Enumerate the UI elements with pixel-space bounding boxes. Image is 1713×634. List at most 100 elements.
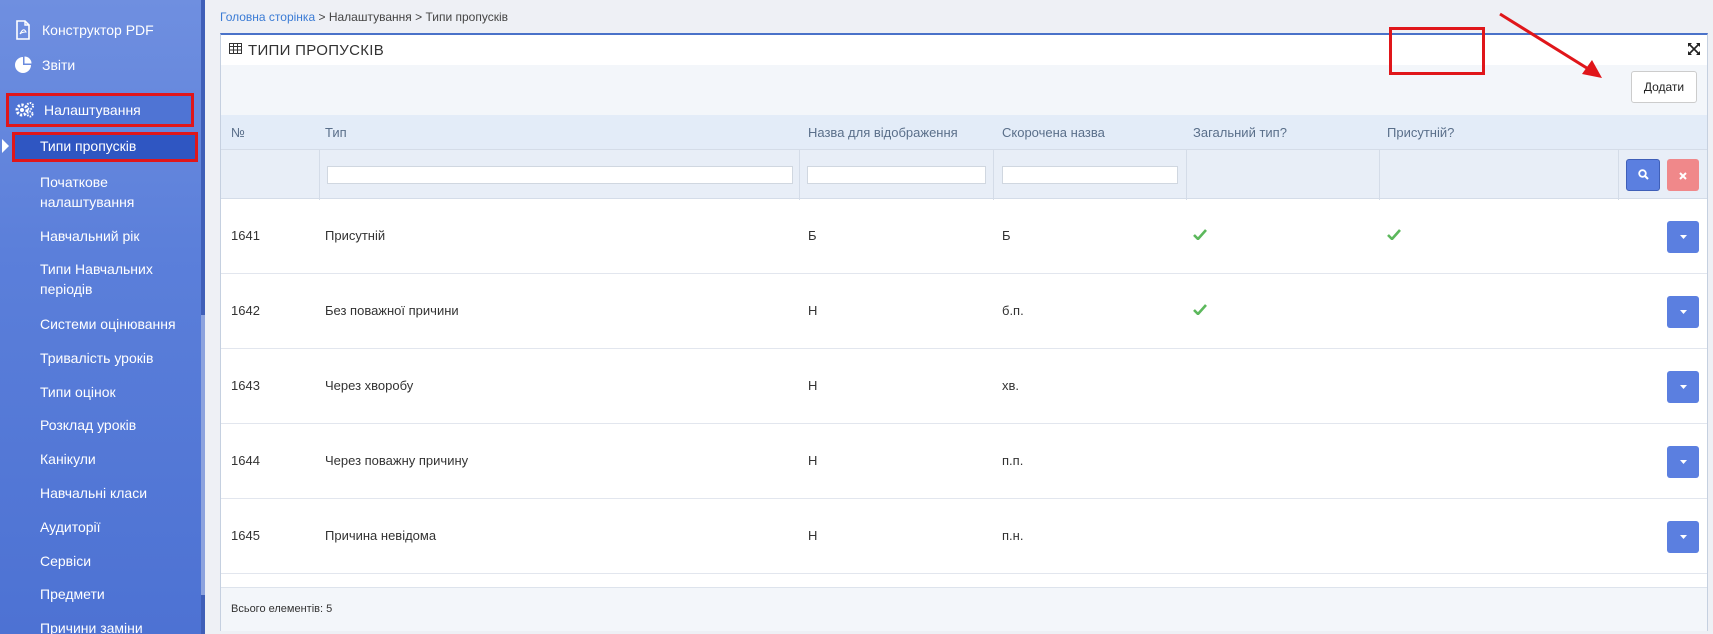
sidebar-item-pdf-constructor[interactable]: Конструктор PDF [0,13,200,47]
column-divider [1618,150,1619,200]
table-row[interactable]: 1642 Без поважної причини Нб.п. [221,274,1707,349]
caret-down-icon [1679,310,1687,314]
sidebar: Конструктор PDF Звіти Налаштування Типи … [0,0,205,634]
row-display-name: Б [808,228,817,243]
row-actions-dropdown-button[interactable] [1667,221,1699,253]
sidebar-subitem-academic-year[interactable]: Навчальний рік [40,226,200,246]
search-button[interactable] [1626,159,1660,191]
table-row[interactable]: 1645 Причина невідома Нп.н. [221,499,1707,574]
type-filter-input[interactable] [327,166,793,184]
table-row[interactable]: 1644 Через поважну причину Нп.п. [221,424,1707,499]
column-divider [799,150,800,200]
column-divider [319,150,320,200]
column-header-short-name[interactable]: Скорочена назва [1002,125,1105,140]
absence-types-table: № Тип Назва для відображення Скорочена н… [221,115,1707,574]
sidebar-subitem-classes[interactable]: Навчальні класи [40,483,200,503]
close-icon [1679,171,1687,180]
breadcrumb-settings[interactable]: Налаштування [329,10,412,24]
column-header-type[interactable]: Тип [325,125,347,140]
sidebar-subitem-grading-systems[interactable]: Системи оцінювання [40,314,200,334]
row-display-name: Н [808,378,818,393]
row-actions-dropdown-button[interactable] [1667,521,1699,553]
pie-chart-icon [12,54,34,76]
sidebar-subitem-rooms[interactable]: Аудиторії [40,517,200,537]
sidebar-item-reports[interactable]: Звіти [0,48,200,82]
row-type: Через поважну причину [325,453,469,468]
total-count: Всього елементів: 5 [231,603,333,615]
row-actions-dropdown-button[interactable] [1667,446,1699,478]
sidebar-item-settings[interactable]: Налаштування [6,93,194,127]
add-button-highlight [1389,27,1485,75]
sidebar-item-label: Звіти [42,57,76,73]
column-header-present[interactable]: Присутній? [1387,125,1454,140]
table-row[interactable]: 1643 Через хворобу Нхв. [221,349,1707,424]
sidebar-subitem-holidays[interactable]: Канікули [40,449,200,469]
sidebar-subitem-subjects[interactable]: Предмети [40,584,200,604]
clear-filter-button[interactable] [1667,159,1699,191]
search-icon [1637,168,1649,180]
pdf-file-icon [12,19,34,41]
expand-icon[interactable] [1687,42,1701,56]
row-actions-dropdown-button[interactable] [1667,371,1699,403]
caret-down-icon [1679,460,1687,464]
row-display-name: Н [808,303,818,318]
row-number: 1642 [231,303,260,318]
sidebar-subitem-services[interactable]: Сервіси [40,551,200,571]
add-button[interactable]: Додати [1631,71,1697,103]
breadcrumb-separator: > [411,10,426,24]
sidebar-subitem-label: Типи пропусків [40,138,137,154]
sidebar-subitem-absence-types[interactable]: Типи пропусків [12,132,198,162]
row-type: Без поважної причини [325,303,459,318]
sidebar-item-label: Конструктор PDF [42,22,154,38]
table-row[interactable]: 1641 Присутній Б Б [221,199,1707,274]
row-short-name: Б [1002,228,1011,243]
sidebar-subitem-lesson-duration[interactable]: Тривалість уроків [40,348,200,368]
check-icon [1193,303,1207,318]
column-header-general-type[interactable]: Загальний тип? [1193,125,1287,140]
short-name-filter-input[interactable] [1002,166,1178,184]
check-icon [1193,228,1207,243]
row-type: Через хворобу [325,378,414,393]
breadcrumb-current: Типи пропусків [425,10,508,24]
row-type: Присутній [325,228,386,243]
table-body: 1641 Присутній Б Б 1642 Без поважної причини Н… [221,199,1707,574]
row-type: Причина невідома [325,528,437,543]
sidebar-subitem-period-types[interactable]: Типи Навчальних періодів [40,259,200,299]
sidebar-scrollbar-thumb[interactable] [201,315,205,595]
caret-down-icon [1679,535,1687,539]
absence-types-panel: ТИПИ ПРОПУСКІВ Додати № Тип Назва для ві… [220,33,1708,631]
row-short-name: п.п. [1002,453,1024,468]
row-short-name: б.п. [1002,303,1024,318]
sidebar-scrollbar[interactable] [201,0,205,634]
gears-icon [14,99,36,121]
breadcrumb-separator: > [315,10,329,24]
column-header-display-name[interactable]: Назва для відображення [808,125,958,140]
filter-row [221,149,1707,200]
caret-down-icon [1679,385,1687,389]
column-divider [1379,150,1380,200]
row-number: 1643 [231,378,260,393]
display-name-filter-input[interactable] [807,166,986,184]
annotation-arrow-icon [1499,12,1602,78]
table-icon [229,41,242,59]
row-actions-dropdown-button[interactable] [1667,296,1699,328]
row-display-name: Н [808,528,818,543]
caret-down-icon [1679,235,1687,239]
sidebar-subitem-schedule[interactable]: Розклад уроків [40,415,200,435]
table-footer: Всього елементів: 5 [221,587,1707,631]
sidebar-subitem-initial-setup[interactable]: Початкове налаштування [40,172,200,212]
panel-title: ТИПИ ПРОПУСКІВ [248,41,385,59]
sidebar-subitem-grade-types[interactable]: Типи оцінок [40,382,200,402]
sidebar-item-label: Налаштування [44,102,141,118]
row-short-name: хв. [1002,378,1020,393]
breadcrumb: Головна сторінка > Налаштування > Типи п… [220,10,508,24]
breadcrumb-home-link[interactable]: Головна сторінка [220,10,315,24]
check-icon [1387,228,1401,243]
row-number: 1645 [231,528,260,543]
column-header-number[interactable]: № [231,125,245,140]
column-divider [1186,150,1187,200]
row-display-name: Н [808,453,818,468]
sidebar-subitem-substitution-reasons[interactable]: Причини заміни [40,618,200,634]
row-short-name: п.н. [1002,528,1024,543]
row-number: 1644 [231,453,260,468]
